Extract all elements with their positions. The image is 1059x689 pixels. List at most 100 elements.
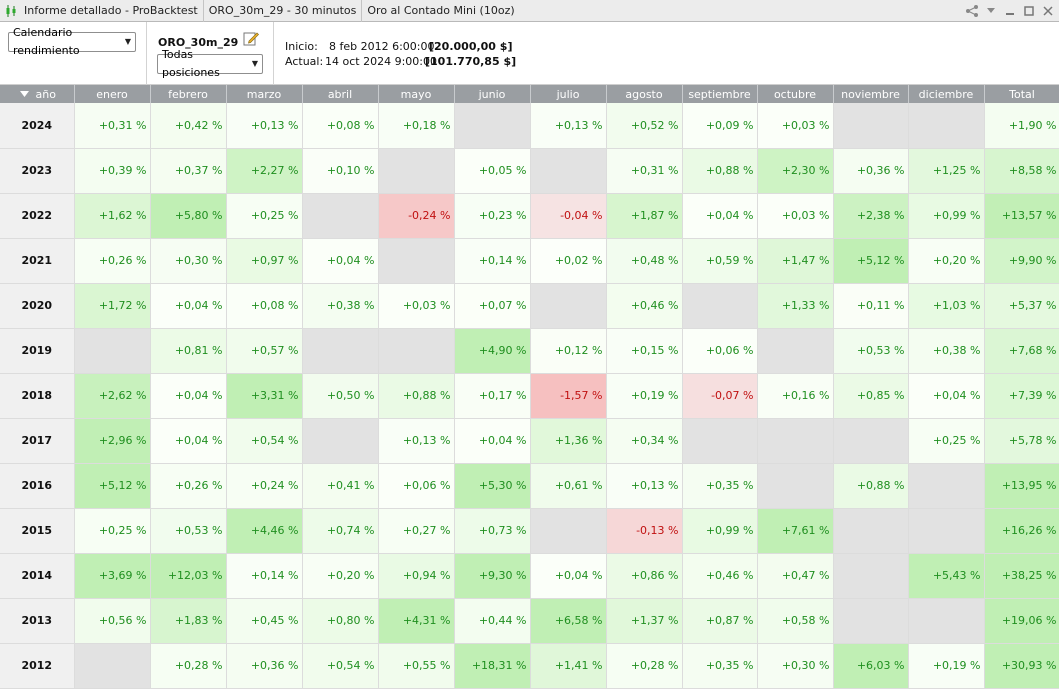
- month-return-cell: +1,62 %: [74, 193, 151, 239]
- month-return-cell: [378, 328, 455, 374]
- maximize-icon[interactable]: [1022, 4, 1036, 18]
- current-row: Actual: 14 oct 2024 9:00:00 [101.770,85 …: [285, 54, 516, 69]
- month-return-cell: +0,20 %: [908, 238, 985, 284]
- column-header-4[interactable]: mayo: [378, 85, 455, 103]
- month-return-cell: [833, 598, 909, 644]
- month-return-cell: +0,26 %: [150, 463, 227, 509]
- month-return-cell: +1,33 %: [757, 283, 834, 329]
- month-return-cell: +1,83 %: [150, 598, 227, 644]
- table-row: 2024 +0,31 % +0,42 % +0,13 % +0,08 % +0,18 % +…: [0, 103, 1059, 149]
- month-return-cell: +0,54 %: [226, 418, 303, 464]
- report-type-select[interactable]: Calendario rendimiento ▼: [8, 26, 136, 57]
- month-return-cell: +0,53 %: [833, 328, 909, 374]
- month-return-cell: +0,97 %: [226, 238, 303, 284]
- month-return-cell: +6,58 %: [530, 598, 607, 644]
- month-return-cell: +0,04 %: [150, 283, 227, 329]
- month-return-cell: +0,88 %: [682, 148, 758, 194]
- table-body: 2024 +0,31 % +0,42 % +0,13 % +0,08 % +0,18 % +…: [0, 103, 1059, 689]
- month-return-cell: +0,30 %: [150, 238, 227, 284]
- row-year: 2013: [0, 598, 75, 644]
- month-return-cell: +0,24 %: [226, 463, 303, 509]
- month-return-cell: +0,80 %: [302, 598, 379, 644]
- column-header-0[interactable]: enero: [74, 85, 151, 103]
- month-return-cell: +3,69 %: [74, 553, 151, 599]
- month-return-cell: +0,31 %: [74, 103, 151, 149]
- share-icon[interactable]: [965, 4, 979, 18]
- sort-desc-icon: [20, 88, 36, 101]
- month-return-cell: [74, 643, 151, 689]
- column-header-3[interactable]: abril: [302, 85, 379, 103]
- row-year: 2019: [0, 328, 75, 374]
- month-return-cell: +0,19 %: [606, 373, 683, 419]
- row-year: 2021: [0, 238, 75, 284]
- column-header-10[interactable]: noviembre: [833, 85, 909, 103]
- row-year: 2016: [0, 463, 75, 509]
- strategy-timeframe-title: ORO_30m_29 - 30 minutos: [204, 0, 363, 22]
- start-label: Inicio:: [285, 40, 318, 53]
- month-return-cell: +4,46 %: [226, 508, 303, 554]
- month-return-cell: +1,37 %: [606, 598, 683, 644]
- month-return-cell: +0,86 %: [606, 553, 683, 599]
- month-return-cell: [530, 283, 607, 329]
- table-row: 2021 +0,26 % +0,30 % +0,97 % +0,04 % +0,14 % +…: [0, 238, 1059, 284]
- month-return-cell: +0,04 %: [150, 373, 227, 419]
- month-return-cell: +0,99 %: [682, 508, 758, 554]
- month-return-cell: +0,31 %: [606, 148, 683, 194]
- month-return-cell: +0,46 %: [682, 553, 758, 599]
- row-year: 2012: [0, 643, 75, 689]
- positions-filter-select[interactable]: Todas posiciones ▼: [157, 48, 263, 79]
- month-return-cell: +5,30 %: [454, 463, 531, 509]
- row-year: 2022: [0, 193, 75, 239]
- column-header-label: año: [35, 87, 56, 101]
- chevron-down-icon: ▼: [124, 37, 131, 46]
- year-total-cell: +38,25 %: [984, 553, 1059, 599]
- column-header-2[interactable]: marzo: [226, 85, 303, 103]
- year-total-cell: +19,06 %: [984, 598, 1059, 644]
- minimize-icon[interactable]: [1003, 4, 1017, 18]
- row-year: 2018: [0, 373, 75, 419]
- column-header-6[interactable]: julio: [530, 85, 607, 103]
- column-header-8[interactable]: septiembre: [682, 85, 758, 103]
- month-return-cell: +0,55 %: [378, 643, 455, 689]
- month-return-cell: +1,03 %: [908, 283, 985, 329]
- column-header-9[interactable]: octubre: [757, 85, 834, 103]
- year-total-cell: +7,39 %: [984, 373, 1059, 419]
- column-header-12[interactable]: Total: [984, 85, 1059, 103]
- month-return-cell: +0,52 %: [606, 103, 683, 149]
- table-row: 2012 +0,28 % +0,36 % +0,54 % +0,55 % +18,31 %…: [0, 643, 1059, 689]
- month-return-cell: +7,61 %: [757, 508, 834, 554]
- column-header-1[interactable]: febrero: [150, 85, 227, 103]
- year-total-cell: +30,93 %: [984, 643, 1059, 689]
- start-row: Inicio: 8 feb 2012 6:00:00 [20.000,00 $]: [285, 39, 516, 54]
- table-row: 2020 +1,72 % +0,04 % +0,08 % +0,38 % +0,03 % +…: [0, 283, 1059, 329]
- column-header-7[interactable]: agosto: [606, 85, 683, 103]
- month-return-cell: +0,47 %: [757, 553, 834, 599]
- month-return-cell: +0,04 %: [150, 418, 227, 464]
- month-return-cell: [378, 238, 455, 284]
- column-header-year[interactable]: año: [0, 85, 75, 103]
- edit-pencil-icon[interactable]: [243, 30, 259, 46]
- column-header-11[interactable]: diciembre: [908, 85, 985, 103]
- month-return-cell: [908, 103, 985, 149]
- month-return-cell: +0,28 %: [150, 643, 227, 689]
- month-return-cell: +0,08 %: [302, 103, 379, 149]
- month-return-cell: +0,36 %: [226, 643, 303, 689]
- backtest-period-info: Inicio: 8 feb 2012 6:00:00 [20.000,00 $]…: [285, 39, 516, 69]
- month-return-cell: +0,26 %: [74, 238, 151, 284]
- month-return-cell: +0,74 %: [302, 508, 379, 554]
- month-return-cell: [908, 508, 985, 554]
- report-type-select-value: Calendario rendimiento: [13, 26, 80, 57]
- month-return-cell: +0,57 %: [226, 328, 303, 374]
- month-return-cell: +2,30 %: [757, 148, 834, 194]
- column-header-5[interactable]: junio: [454, 85, 531, 103]
- close-icon[interactable]: [1041, 4, 1055, 18]
- month-return-cell: -1,57 %: [530, 373, 607, 419]
- month-return-cell: +0,42 %: [150, 103, 227, 149]
- month-return-cell: +0,18 %: [378, 103, 455, 149]
- year-total-cell: +5,37 %: [984, 283, 1059, 329]
- month-return-cell: +0,15 %: [606, 328, 683, 374]
- dropdown-arrow-icon[interactable]: [984, 4, 998, 18]
- month-return-cell: +0,03 %: [378, 283, 455, 329]
- month-return-cell: +0,54 %: [302, 643, 379, 689]
- month-return-cell: +0,88 %: [833, 463, 909, 509]
